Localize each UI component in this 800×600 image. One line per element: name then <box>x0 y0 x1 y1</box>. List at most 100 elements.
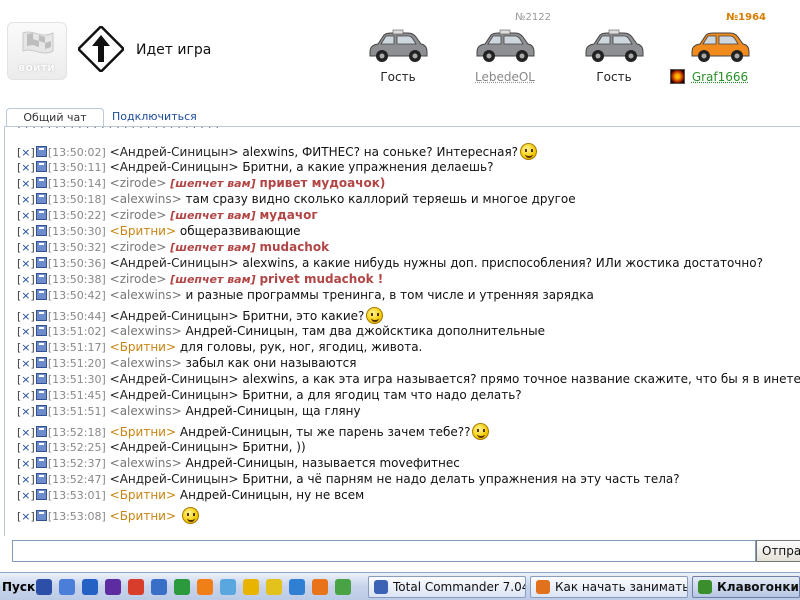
message-nick[interactable]: <alexwins> <box>110 324 182 338</box>
user-profile-icon[interactable] <box>36 257 47 268</box>
user-profile-icon[interactable] <box>36 161 47 172</box>
close-icon[interactable]: × <box>21 325 30 338</box>
quick-launch-icon[interactable] <box>312 579 328 595</box>
user-profile-icon[interactable] <box>36 273 47 284</box>
close-message-control[interactable]: [×] <box>17 257 35 270</box>
message-nick[interactable]: <zirode> <box>110 208 167 222</box>
message-nick[interactable]: <Бритни> <box>110 488 176 502</box>
close-message-control[interactable]: [×] <box>17 209 35 222</box>
close-icon[interactable]: × <box>21 473 30 486</box>
close-icon[interactable]: × <box>21 426 30 439</box>
tab-general-chat[interactable]: Общий чат <box>6 108 104 128</box>
close-message-control[interactable]: [×] <box>17 241 35 254</box>
close-icon[interactable]: × <box>21 341 30 354</box>
user-profile-icon[interactable] <box>36 209 47 220</box>
close-message-control[interactable]: [×] <box>17 225 35 238</box>
user-profile-icon[interactable] <box>36 225 47 236</box>
close-message-control[interactable]: [×] <box>17 441 35 454</box>
quick-launch-icon[interactable] <box>128 579 144 595</box>
message-nick[interactable]: <alexwins> <box>110 356 182 370</box>
close-icon[interactable]: × <box>21 310 30 323</box>
taskbar-window-button[interactable]: Клавогонки - <box>692 576 800 598</box>
close-message-control[interactable]: [×] <box>17 146 35 159</box>
close-message-control[interactable]: [×] <box>17 389 35 402</box>
user-profile-icon[interactable] <box>36 341 47 352</box>
user-profile-icon[interactable] <box>36 405 47 416</box>
close-icon[interactable]: × <box>21 193 30 206</box>
close-icon[interactable]: × <box>21 273 30 286</box>
close-message-control[interactable]: [×] <box>17 273 35 286</box>
close-message-control[interactable]: [×] <box>17 341 35 354</box>
user-profile-icon[interactable] <box>36 457 47 468</box>
close-message-control[interactable]: [×] <box>17 161 35 174</box>
close-icon[interactable]: × <box>21 146 30 159</box>
message-nick[interactable]: <Андрей-Синицын> <box>110 160 239 174</box>
quick-launch-icon[interactable] <box>82 579 98 595</box>
message-nick[interactable]: <zirode> <box>110 272 167 286</box>
close-message-control[interactable]: [×] <box>17 457 35 470</box>
close-message-control[interactable]: [×] <box>17 426 35 439</box>
close-message-control[interactable]: [×] <box>17 357 35 370</box>
close-icon[interactable]: × <box>21 441 30 454</box>
player-name[interactable]: LebedeOL <box>457 70 553 84</box>
user-profile-icon[interactable] <box>36 241 47 252</box>
quick-launch-icon[interactable] <box>220 579 236 595</box>
message-nick[interactable]: <Андрей-Синицын> <box>110 388 239 402</box>
chat-message-input[interactable] <box>12 540 756 562</box>
close-icon[interactable]: × <box>21 289 30 302</box>
user-profile-icon[interactable] <box>36 426 47 437</box>
close-message-control[interactable]: [×] <box>17 473 35 486</box>
login-button[interactable]: ВОЙТИ <box>7 22 67 80</box>
quick-launch-icon[interactable] <box>335 579 351 595</box>
close-message-control[interactable]: [×] <box>17 373 35 386</box>
message-nick[interactable]: <Бритни> <box>110 425 176 439</box>
message-nick[interactable]: <Бритни> <box>110 509 176 523</box>
quick-launch-icon[interactable] <box>36 579 52 595</box>
close-icon[interactable]: × <box>21 177 30 190</box>
close-icon[interactable]: × <box>21 405 30 418</box>
user-profile-icon[interactable] <box>36 489 47 500</box>
player-name[interactable]: Graf1666 <box>672 70 768 84</box>
taskbar-window-button[interactable]: Как начать заниматься ... <box>530 576 688 598</box>
quick-launch-icon[interactable] <box>105 579 121 595</box>
message-nick[interactable]: <alexwins> <box>110 456 182 470</box>
close-message-control[interactable]: [×] <box>17 310 35 323</box>
close-icon[interactable]: × <box>21 357 30 370</box>
message-nick[interactable]: <Андрей-Синицын> <box>110 372 239 386</box>
close-icon[interactable]: × <box>21 241 30 254</box>
close-icon[interactable]: × <box>21 225 30 238</box>
user-profile-icon[interactable] <box>36 146 47 157</box>
quick-launch-icon[interactable] <box>151 579 167 595</box>
close-icon[interactable]: × <box>21 373 30 386</box>
close-message-control[interactable]: [×] <box>17 193 35 206</box>
message-nick[interactable]: <alexwins> <box>110 288 182 302</box>
close-icon[interactable]: × <box>21 209 30 222</box>
close-icon[interactable]: × <box>21 489 30 502</box>
message-nick[interactable]: <Андрей-Синицын> <box>110 145 239 159</box>
close-message-control[interactable]: [×] <box>17 489 35 502</box>
user-profile-icon[interactable] <box>36 389 47 400</box>
message-nick[interactable]: <alexwins> <box>110 192 182 206</box>
user-profile-icon[interactable] <box>36 357 47 368</box>
quick-launch-icon[interactable] <box>59 579 75 595</box>
chat-messages-panel[interactable]: . . . . . . . . . . . . . . . . . . . . … <box>4 126 800 536</box>
close-icon[interactable]: × <box>21 457 30 470</box>
message-nick[interactable]: <Бритни> <box>110 340 176 354</box>
quick-launch-icon[interactable] <box>266 579 282 595</box>
message-nick[interactable]: <zirode> <box>110 176 167 190</box>
close-message-control[interactable]: [×] <box>17 405 35 418</box>
close-icon[interactable]: × <box>21 161 30 174</box>
close-icon[interactable]: × <box>21 510 30 523</box>
user-profile-icon[interactable] <box>36 325 47 336</box>
user-profile-icon[interactable] <box>36 310 47 321</box>
send-button[interactable]: Отправить <box>756 540 800 562</box>
close-message-control[interactable]: [×] <box>17 510 35 523</box>
connect-link[interactable]: Подключиться <box>112 110 197 123</box>
user-profile-icon[interactable] <box>36 473 47 484</box>
message-nick[interactable]: <zirode> <box>110 240 167 254</box>
quick-launch-icon[interactable] <box>243 579 259 595</box>
message-nick[interactable]: <Андрей-Синицын> <box>110 440 239 454</box>
quick-launch-icon[interactable] <box>197 579 213 595</box>
quick-launch-icon[interactable] <box>174 579 190 595</box>
message-nick[interactable]: <Андрей-Синицын> <box>110 256 239 270</box>
